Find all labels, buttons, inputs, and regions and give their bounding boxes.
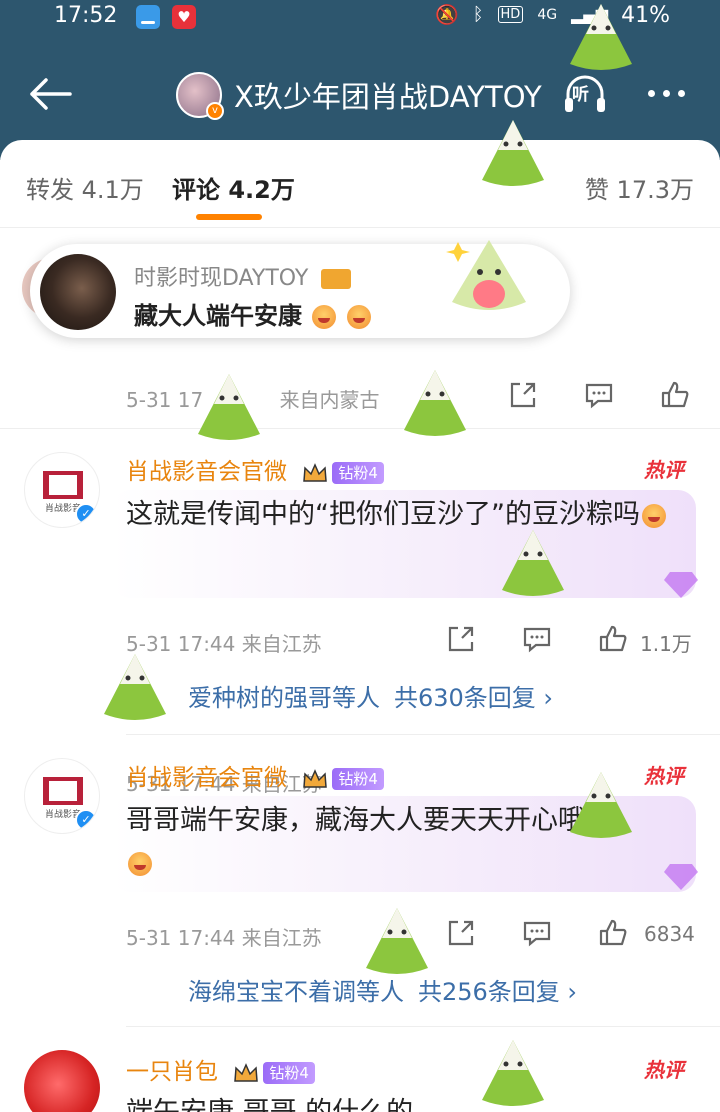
hot-comment-tag: 热评: [644, 458, 684, 482]
tab-like[interactable]: 赞 17.3万: [585, 170, 694, 205]
comment-username[interactable]: 肖战影音会官微 钻粉4: [126, 452, 384, 486]
reply-users: 爱种树的强哥等人: [188, 684, 380, 712]
tab-repost[interactable]: 转发 4.1万: [26, 170, 144, 205]
comment-username-text: 肖战影音会官微: [126, 765, 287, 791]
zongzi-mascot-icon: [104, 654, 166, 720]
fan-badge: 钻粉4: [332, 767, 384, 790]
banner-text: 藏大人端午安康: [134, 296, 371, 331]
share-icon[interactable]: [446, 918, 476, 948]
hug-emoji-icon: [128, 851, 152, 876]
crown-icon: [303, 462, 328, 482]
comment-text: 这就是传闻中的“把你们豆沙了”的豆沙粽吗: [126, 494, 686, 536]
author-avatar[interactable]: v: [176, 72, 224, 120]
zongzi-mascot-icon: [198, 374, 260, 440]
zongzi-mascot-icon: [482, 120, 544, 186]
reply-summary[interactable]: 爱种树的强哥等人 共630条回复 ›: [188, 678, 553, 713]
hd-icon: HD: [497, 6, 524, 23]
tab-comment[interactable]: 评论 4.2万: [172, 170, 295, 205]
network-icon: 4G: [537, 6, 558, 23]
hot-comment-tag: 热评: [644, 764, 684, 788]
like-icon[interactable]: [598, 624, 628, 654]
logo-mark: [43, 471, 83, 499]
comment-location: 来自内蒙古: [279, 388, 380, 412]
banner-text-content: 藏大人端午安康: [134, 302, 302, 330]
crown-icon: [303, 768, 328, 788]
crown-icon: [321, 269, 352, 289]
share-icon[interactable]: [508, 380, 538, 410]
like-count: 6834: [644, 922, 695, 946]
diamond-icon: [664, 864, 698, 890]
hot-comment-tag: 热评: [644, 1058, 684, 1082]
comment-meta: 5-31 17:44 来自江苏: [126, 926, 322, 950]
hug-emoji-icon: [312, 305, 337, 329]
zongzi-mascot-icon: [570, 772, 632, 838]
comment-icon[interactable]: [522, 918, 552, 948]
comment-username-text: 一只肖包: [126, 1059, 218, 1085]
verified-icon: ✓: [75, 503, 97, 525]
like-count: 1.1万: [640, 632, 692, 656]
divider: [126, 1026, 720, 1027]
zongzi-mascot-icon: [404, 370, 466, 436]
banner-avatar: [40, 254, 116, 330]
avatar[interactable]: 肖战影音 ✓: [24, 452, 100, 528]
comment-text: 端午安康 哥哥 的什么的: [126, 1092, 686, 1112]
status-time: 17:52: [54, 3, 118, 28]
bluetooth-icon: ᛒ: [472, 4, 484, 25]
reply-users: 海绵宝宝不着调等人: [188, 978, 404, 1006]
zongzi-mascot-icon: [366, 908, 428, 974]
zongzi-mascot-icon: [482, 1040, 544, 1106]
verified-icon: ✓: [75, 809, 97, 831]
zongzi-mascot-icon: [502, 530, 564, 596]
tab-bar: 转发 4.1万 评论 4.2万 赞 17.3万: [0, 140, 720, 228]
banner-username: 时影时现DAYTOY: [134, 260, 352, 292]
mute-icon: 🔕: [435, 4, 459, 26]
comment-icon[interactable]: [584, 380, 614, 410]
comment-username-text: 肖战影音会官微: [126, 459, 287, 485]
more-icon[interactable]: [648, 90, 685, 97]
comment-icon[interactable]: [522, 624, 552, 654]
comment-text-content: 端午安康 哥哥 的什么的: [126, 1097, 413, 1112]
listen-label: 听: [572, 85, 589, 105]
avatar[interactable]: 肖战影音 ✓: [24, 758, 100, 834]
app-notification-icon: [136, 5, 160, 29]
zongzi-mascot-icon: [446, 240, 526, 310]
like-icon[interactable]: [660, 380, 690, 410]
crown-icon: [234, 1062, 259, 1082]
like-icon[interactable]: [598, 918, 628, 948]
hug-emoji-icon: [346, 305, 371, 329]
comment-username[interactable]: 一只肖包 钻粉4: [126, 1052, 315, 1086]
reply-count: 共630条回复 ›: [394, 684, 554, 712]
comment-date: 5-31 17: [126, 388, 204, 412]
comment-panel: 转发 4.1万 评论 4.2万 赞 17.3万 时影时现DAYTOY 藏大人端午…: [0, 140, 720, 1112]
page-title[interactable]: X玖少年团肖战DAYTOY: [234, 74, 542, 116]
divider: [126, 734, 720, 735]
fan-badge: 钻粉4: [332, 461, 384, 484]
zongzi-mascot-icon: [570, 4, 632, 70]
avatar[interactable]: [24, 1050, 100, 1112]
comment-text-content: 哥哥端午安康，藏海大人要天天开心哦: [126, 805, 585, 836]
diamond-icon: [664, 572, 698, 598]
back-arrow-icon[interactable]: [28, 76, 74, 112]
reply-count: 共256条回复 ›: [418, 978, 578, 1006]
divider: [0, 428, 720, 429]
verified-icon: v: [206, 102, 224, 120]
comment-username[interactable]: 肖战影音会官微 钻粉4: [126, 758, 384, 792]
app-heart-icon: ♥: [172, 5, 196, 29]
banner-username-text: 时影时现DAYTOY: [134, 266, 309, 291]
fan-badge: 钻粉4: [263, 1061, 315, 1084]
logo-mark: [43, 777, 83, 805]
emoji-icon: [641, 503, 666, 528]
active-tab-indicator: [196, 214, 262, 220]
share-icon[interactable]: [446, 624, 476, 654]
